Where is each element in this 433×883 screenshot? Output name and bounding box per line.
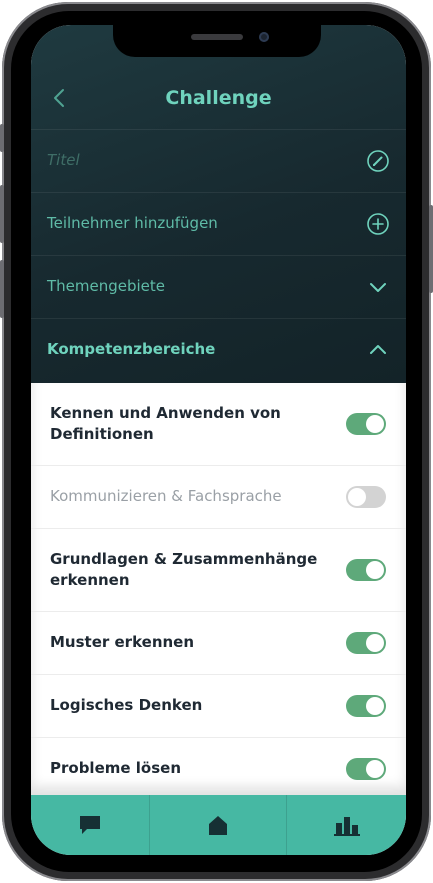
competency-toggle[interactable] — [346, 559, 386, 581]
competency-list: Kennen und Anwenden von Definitionen Kom… — [31, 383, 406, 795]
competency-label: Probleme lösen — [50, 759, 182, 777]
chevron-up-icon — [370, 345, 386, 354]
camera — [259, 32, 269, 42]
competency-label: Logisches Denken — [50, 696, 203, 714]
competency-label: Kommunizieren & Fachsprache — [50, 487, 282, 505]
title-placeholder: Titel — [47, 151, 80, 169]
list-item: Probleme lösen — [31, 737, 406, 800]
tab-home[interactable] — [150, 795, 286, 855]
competencies-label: Kompetenzbereiche — [47, 340, 216, 358]
page-title: Challenge — [165, 87, 272, 109]
list-item: Kennen und Anwenden von Definitionen — [31, 383, 406, 466]
competencies-dropdown[interactable]: Kompetenzbereiche — [31, 318, 406, 381]
app-screen: Challenge Titel Teilnehmer hinzufügen Th… — [31, 25, 406, 855]
competency-toggle[interactable] — [346, 758, 386, 780]
chat-icon — [80, 816, 100, 834]
topics-label: Themengebiete — [47, 277, 166, 295]
tab-bar — [31, 795, 406, 855]
competency-label: Muster erkennen — [50, 633, 195, 651]
add-participants-label: Teilnehmer hinzufügen — [47, 214, 218, 232]
nav-bar: Challenge — [31, 73, 406, 125]
speaker — [191, 34, 243, 40]
add-participants-row[interactable]: Teilnehmer hinzufügen — [31, 192, 406, 255]
title-field[interactable]: Titel — [31, 129, 406, 192]
list-item: Logisches Denken — [31, 674, 406, 738]
competency-label: Grundlagen & Zusammenhänge erkennen — [50, 549, 326, 591]
pencil-circle-icon[interactable] — [366, 149, 390, 173]
notch — [113, 25, 321, 57]
topics-dropdown[interactable]: Themengebiete — [31, 255, 406, 318]
volume-down-button — [0, 260, 4, 318]
tab-leaderboard[interactable] — [287, 795, 406, 855]
plus-circle-icon[interactable] — [366, 212, 390, 236]
home-icon — [209, 816, 227, 835]
list-item: Grundlagen & Zusammenhänge erkennen — [31, 528, 406, 612]
list-item: Muster erkennen — [31, 611, 406, 675]
power-button — [429, 205, 433, 293]
list-item: Kommunizieren & Fachsprache — [31, 465, 406, 529]
chevron-down-icon — [370, 283, 386, 292]
competency-label-line: Grundlagen & Zusammenhänge — [50, 550, 318, 568]
leaderboard-icon — [333, 817, 360, 836]
competency-toggle[interactable] — [346, 486, 386, 508]
competency-label-line: Kennen und Anwenden von — [50, 404, 281, 422]
mute-switch — [0, 124, 4, 152]
volume-up-button — [0, 185, 4, 243]
competency-label-line: Definitionen — [50, 425, 154, 443]
competency-toggle[interactable] — [346, 632, 386, 654]
tab-chat[interactable] — [31, 795, 149, 855]
competency-toggle[interactable] — [346, 695, 386, 717]
competency-toggle[interactable] — [346, 413, 386, 435]
competency-label-line: erkennen — [50, 571, 130, 589]
challenge-header-panel: Challenge Titel Teilnehmer hinzufügen Th… — [31, 25, 406, 383]
competency-label: Kennen und Anwenden von Definitionen — [50, 403, 326, 445]
